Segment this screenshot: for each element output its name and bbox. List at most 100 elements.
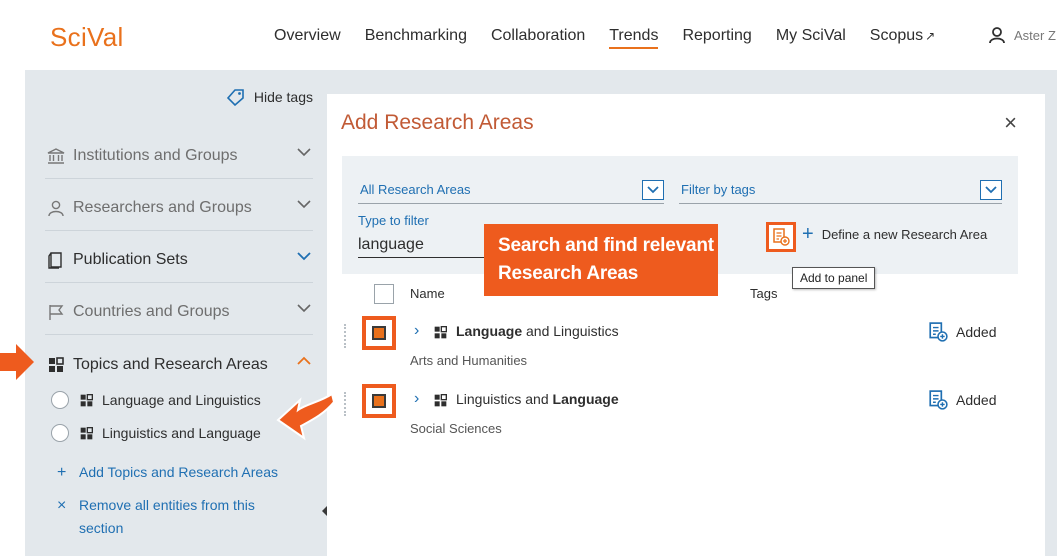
tags-filter-select-value: Filter by tags <box>681 182 756 197</box>
hide-tags-label: Hide tags <box>253 89 313 105</box>
added-to-panel-icon <box>929 390 948 410</box>
remove-all-link[interactable]: × Remove all entities from this section <box>57 494 255 540</box>
chevron-right-icon[interactable]: › <box>414 390 419 408</box>
close-icon[interactable]: × <box>1004 110 1017 136</box>
drag-handle[interactable] <box>344 324 347 348</box>
external-link-icon: ↗ <box>925 29 936 43</box>
grid-icon <box>80 393 93 406</box>
row-checkbox[interactable] <box>362 316 396 350</box>
user-menu[interactable]: Aster Z <box>988 26 1056 44</box>
added-status-label: Added <box>956 324 997 340</box>
add-to-panel-icon <box>773 228 790 246</box>
curved-arrow-icon <box>276 392 336 441</box>
nav-overview[interactable]: Overview <box>274 27 341 49</box>
tags-filter-select[interactable]: Filter by tags <box>679 176 1002 204</box>
row-checkbox[interactable] <box>362 384 396 418</box>
define-research-area-label: Define a new Research Area <box>821 226 988 242</box>
section-researchers-label: Researchers and Groups <box>73 199 252 216</box>
row-category: Social Sciences <box>410 421 502 436</box>
row-name-match: Language <box>456 323 523 339</box>
close-icon: × <box>57 497 67 514</box>
section-researchers[interactable]: Researchers and Groups <box>25 179 327 231</box>
added-status: Added <box>928 322 996 342</box>
dialog-title: Add Research Areas <box>341 111 534 134</box>
pointer-arrow-icon <box>0 344 34 380</box>
added-status-label: Added <box>956 392 997 408</box>
section-topics-label: Topics and Research Areas <box>73 356 268 373</box>
column-header-name[interactable]: Name <box>410 286 445 301</box>
nav-reporting[interactable]: Reporting <box>682 27 751 49</box>
section-countries[interactable]: Countries and Groups <box>25 283 327 335</box>
radio-button[interactable] <box>51 424 69 442</box>
table-row[interactable]: › Linguistics and Language Social Scienc… <box>342 384 1018 452</box>
entity-sidebar: Hide tags Institutions and Groups Resear… <box>25 70 327 556</box>
user-name: Aster Z <box>1014 27 1056 43</box>
nav-trends[interactable]: Trends <box>609 27 659 49</box>
scival-logo[interactable]: SciVal <box>50 22 124 53</box>
remove-all-label-line2: section <box>79 520 124 536</box>
grid-icon <box>80 426 93 439</box>
instruction-callout: Search and find relevant Research Areas <box>484 224 718 296</box>
chevron-down-icon[interactable] <box>297 301 311 315</box>
nav-benchmarking[interactable]: Benchmarking <box>365 27 467 49</box>
row-category: Arts and Humanities <box>410 353 528 368</box>
plus-icon: + <box>57 464 67 481</box>
nav-my-scival[interactable]: My SciVal <box>776 27 846 49</box>
topic-item-linguistics-language[interactable]: Linguistics and Language <box>51 424 261 442</box>
institution-icon <box>47 148 65 164</box>
flag-icon <box>49 305 64 320</box>
chevron-down-icon[interactable] <box>297 197 311 211</box>
section-topics[interactable]: Topics and Research Areas <box>25 336 327 388</box>
chevron-down-icon[interactable] <box>980 180 1002 200</box>
main-nav: Overview Benchmarking Collaboration Tren… <box>274 27 959 49</box>
add-to-panel-button[interactable] <box>766 222 796 252</box>
user-icon <box>989 27 1005 44</box>
divider <box>45 334 313 335</box>
add-topics-link[interactable]: + Add Topics and Research Areas <box>57 461 278 484</box>
grid-icon <box>49 357 64 372</box>
grid-icon <box>434 326 447 339</box>
checkbox-checked-indicator <box>372 326 386 340</box>
section-institutions-label: Institutions and Groups <box>73 147 238 164</box>
remove-all-label: Remove all entities from this section <box>79 494 255 540</box>
section-publication-sets[interactable]: Publication Sets <box>25 231 327 283</box>
hide-tags-button[interactable]: Hide tags <box>226 88 313 106</box>
callout-line-1: Search and find relevant <box>498 235 714 256</box>
nav-scopus[interactable]: Scopus ↗ <box>870 27 935 49</box>
radio-button[interactable] <box>51 391 69 409</box>
chevron-right-icon[interactable]: › <box>414 322 419 340</box>
topic-item-language-linguistics[interactable]: Language and Linguistics <box>51 391 261 409</box>
tag-icon <box>226 89 244 106</box>
chevron-up-icon[interactable] <box>297 354 311 368</box>
section-publication-sets-label: Publication Sets <box>73 251 188 268</box>
nav-collaboration[interactable]: Collaboration <box>491 27 585 49</box>
callout-line-2: Research Areas <box>498 263 639 284</box>
checkbox-checked-indicator <box>372 394 386 408</box>
nav-scopus-label: Scopus <box>869 27 924 44</box>
topic-item-label: Linguistics and Language <box>102 425 261 441</box>
row-name-match: Language <box>552 391 619 407</box>
section-institutions[interactable]: Institutions and Groups <box>25 127 327 179</box>
research-area-select[interactable]: All Research Areas <box>358 176 664 204</box>
chevron-down-icon[interactable] <box>642 180 664 200</box>
filter-input-label: Type to filter <box>358 213 429 228</box>
document-icon <box>48 252 62 269</box>
chevron-down-icon[interactable] <box>297 145 311 159</box>
row-name-rest: and Linguistics <box>522 323 619 339</box>
table-row[interactable]: › Language and Linguistics Arts and Huma… <box>342 316 1018 384</box>
section-countries-label: Countries and Groups <box>73 303 230 320</box>
column-header-tags: Tags <box>750 286 778 301</box>
select-all-checkbox[interactable] <box>374 284 394 304</box>
row-name[interactable]: Language and Linguistics <box>456 323 619 339</box>
filter-input[interactable] <box>358 232 488 258</box>
drag-handle[interactable] <box>344 392 347 416</box>
added-status: Added <box>928 390 996 410</box>
add-research-areas-dialog: Add Research Areas × All Research Areas … <box>327 94 1045 556</box>
row-name[interactable]: Linguistics and Language <box>456 391 619 407</box>
plus-icon: + <box>802 223 814 245</box>
grid-icon <box>434 394 447 407</box>
remove-all-label-line1: Remove all entities from this <box>79 497 255 513</box>
define-research-area-link[interactable]: + Define a new Research Area <box>802 223 988 245</box>
chevron-down-icon[interactable] <box>297 249 311 263</box>
row-name-rest: Linguistics and <box>456 391 553 407</box>
